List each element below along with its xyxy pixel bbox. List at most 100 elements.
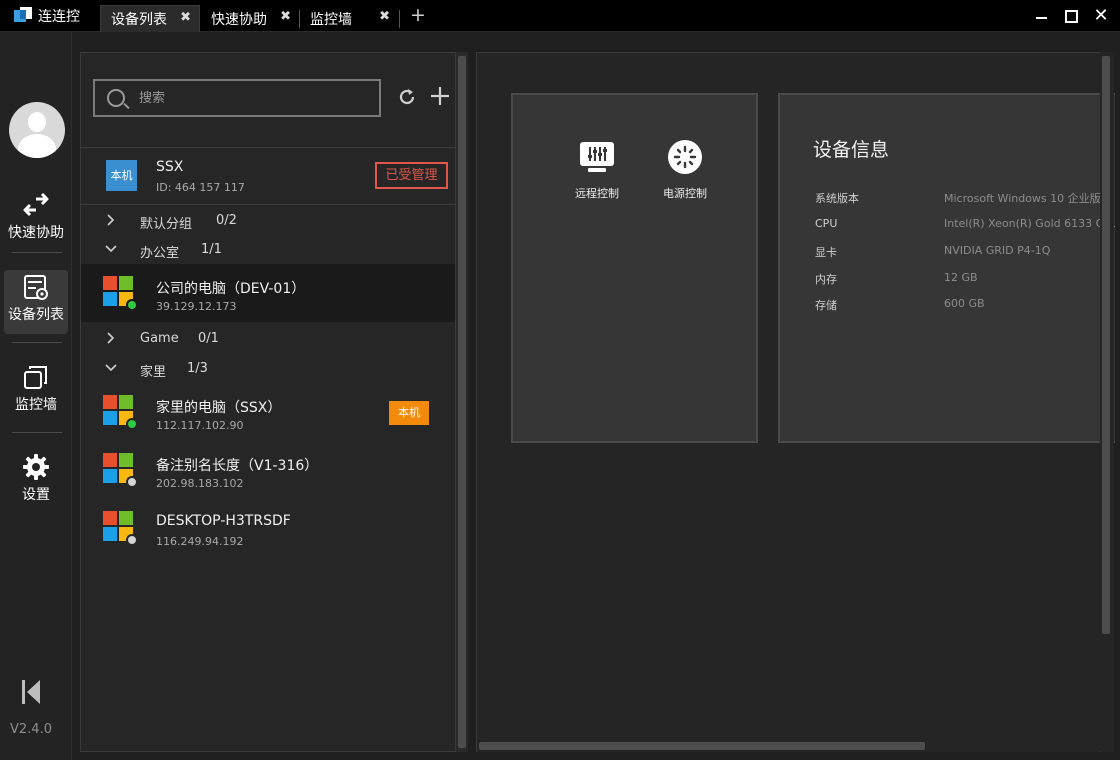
avatar[interactable] <box>9 102 65 158</box>
managed-status-badge: 已受管理 <box>375 162 448 189</box>
info-value: 600 GB <box>944 297 985 310</box>
maximize-icon[interactable] <box>1061 6 1083 26</box>
group-count: 1/3 <box>187 361 208 376</box>
device-info-card: 设备信息 系统版本 Microsoft Windows 10 企业版 CPU I… <box>778 93 1115 443</box>
remote-control-icon <box>565 139 629 175</box>
group-row[interactable]: 办公室 1/1 <box>81 236 455 264</box>
self-device-badge: 本机 <box>106 160 137 191</box>
device-row[interactable]: 备注别名长度（V1-316） 202.98.183.102 <box>81 441 455 499</box>
action-card: 远程控制 电源控制 <box>511 93 758 443</box>
offline-status-dot <box>126 534 138 546</box>
app-logo-icon <box>14 7 32 25</box>
online-status-dot <box>126 418 138 430</box>
group-count: 0/2 <box>216 213 237 228</box>
rail-divider <box>12 252 62 253</box>
online-status-dot <box>126 299 138 311</box>
info-value: Microsoft Windows 10 企业版 <box>944 192 1101 205</box>
self-device-id: ID: 464 157 117 <box>156 181 245 194</box>
rail-divider <box>12 342 62 343</box>
device-row[interactable]: 公司的电脑（DEV-01） 39.129.12.173 <box>81 264 455 322</box>
group-row[interactable]: 默认分组 0/2 <box>81 207 455 235</box>
device-name: 家里的电脑（SSX） <box>156 400 282 416</box>
rail-item-settings[interactable]: 设置 <box>4 450 68 514</box>
tab-divider <box>399 10 400 28</box>
detail-horizontal-scrollbar[interactable] <box>477 740 1099 752</box>
rail-divider <box>12 432 62 433</box>
info-value: Intel(R) Xeon(R) Gold 6133 CPU <box>944 217 1115 230</box>
rail-item-label: 设置 <box>22 487 50 503</box>
device-list-panel: 本机 SSX ID: 464 157 117 已受管理 默认分组 0/2 办公室… <box>80 52 456 752</box>
group-name: 默认分组 <box>140 217 193 232</box>
tab-quick-assist[interactable]: 快速协助 ✖ <box>201 5 299 32</box>
info-row-memory: 内存 12 GB <box>815 271 1115 287</box>
rail-item-label: 监控墙 <box>15 397 57 413</box>
new-tab-plus-icon[interactable]: + <box>410 4 426 26</box>
chevron-right-icon <box>107 214 115 226</box>
search-input[interactable] <box>139 87 369 109</box>
info-row-gpu: 显卡 NVIDIA GRID P4-1Q <box>815 244 1115 260</box>
rail-item-label: 设备列表 <box>8 307 64 323</box>
app-brand: 连连控 <box>14 6 80 26</box>
detail-vertical-scrollbar[interactable] <box>1100 52 1114 752</box>
close-icon[interactable]: ✖ <box>280 9 291 24</box>
group-count: 1/1 <box>201 242 222 257</box>
device-row[interactable]: 家里的电脑（SSX） 112.117.102.90 本机 <box>81 383 455 441</box>
info-key: 系统版本 <box>815 192 859 205</box>
info-key: 存储 <box>815 299 837 312</box>
app-name: 连连控 <box>38 9 80 25</box>
device-list-scrollbar[interactable] <box>456 52 468 752</box>
title-bar: 连连控 设备列表 ✖ 快速协助 ✖ 监控墙 ✖ + ✕ <box>0 0 1120 32</box>
rail-item-monitor-wall[interactable]: 监控墙 <box>4 360 68 424</box>
close-icon[interactable]: ✖ <box>379 9 390 24</box>
info-row-cpu: CPU Intel(R) Xeon(R) Gold 6133 CPU <box>815 217 1115 233</box>
chevron-right-icon <box>107 332 115 344</box>
group-name: Game <box>140 331 179 346</box>
collapse-sidebar-icon[interactable] <box>20 679 42 705</box>
windows-logo-icon <box>103 511 138 546</box>
self-device-name: SSX <box>156 159 184 175</box>
minimize-icon[interactable] <box>1031 6 1053 26</box>
tab-label: 监控墙 <box>310 11 352 28</box>
device-ip: 112.117.102.90 <box>156 419 244 432</box>
device-name: 备注别名长度（V1-316） <box>156 458 319 474</box>
offline-status-dot <box>126 476 138 488</box>
rail-item-quick-assist[interactable]: 快速协助 <box>4 188 68 252</box>
group-row[interactable]: 家里 1/3 <box>81 355 455 383</box>
info-key: CPU <box>815 217 838 230</box>
gear-icon <box>4 450 68 484</box>
remote-control-button[interactable]: 远程控制 <box>565 139 629 201</box>
action-label: 电源控制 <box>663 187 707 200</box>
info-row-os: 系统版本 Microsoft Windows 10 企业版 <box>815 190 1115 206</box>
add-device-icon[interactable] <box>429 85 451 107</box>
power-control-button[interactable]: 电源控制 <box>653 139 717 201</box>
tab-monitor-wall[interactable]: 监控墙 ✖ <box>300 5 398 32</box>
close-icon[interactable]: ✖ <box>180 10 191 25</box>
search-icon <box>107 89 125 107</box>
chevron-down-icon <box>105 364 117 372</box>
refresh-icon[interactable] <box>397 87 417 107</box>
info-row-storage: 存储 600 GB <box>815 297 1115 313</box>
device-info-title: 设备信息 <box>813 139 890 161</box>
action-label: 远程控制 <box>575 187 619 200</box>
rail-item-device-list[interactable]: 设备列表 <box>4 270 68 334</box>
monitor-wall-icon <box>4 360 68 394</box>
nav-rail: 快速协助 设备列表 监控墙 设置 V2.4.0 <box>0 32 72 760</box>
rail-item-label: 快速协助 <box>8 225 64 241</box>
tab-device-list[interactable]: 设备列表 ✖ <box>100 5 200 32</box>
self-device-row[interactable]: 本机 SSX ID: 464 157 117 已受管理 <box>81 147 455 205</box>
window-close-icon[interactable]: ✕ <box>1090 6 1112 26</box>
group-count: 0/1 <box>198 331 219 346</box>
info-value: NVIDIA GRID P4-1Q <box>944 244 1051 257</box>
group-name: 家里 <box>140 365 167 380</box>
search-box[interactable] <box>93 79 381 117</box>
local-device-tag: 本机 <box>389 401 429 425</box>
device-ip: 116.249.94.192 <box>156 535 244 548</box>
tab-label: 设备列表 <box>111 12 167 28</box>
windows-logo-icon <box>103 453 138 488</box>
device-ip: 39.129.12.173 <box>156 300 237 313</box>
device-row[interactable]: DESKTOP-H3TRSDF 116.249.94.192 <box>81 499 455 557</box>
group-row[interactable]: Game 0/1 <box>81 325 455 353</box>
tab-label: 快速协助 <box>211 11 267 28</box>
device-name: 公司的电脑（DEV-01） <box>156 281 306 297</box>
windows-logo-icon <box>103 276 138 311</box>
